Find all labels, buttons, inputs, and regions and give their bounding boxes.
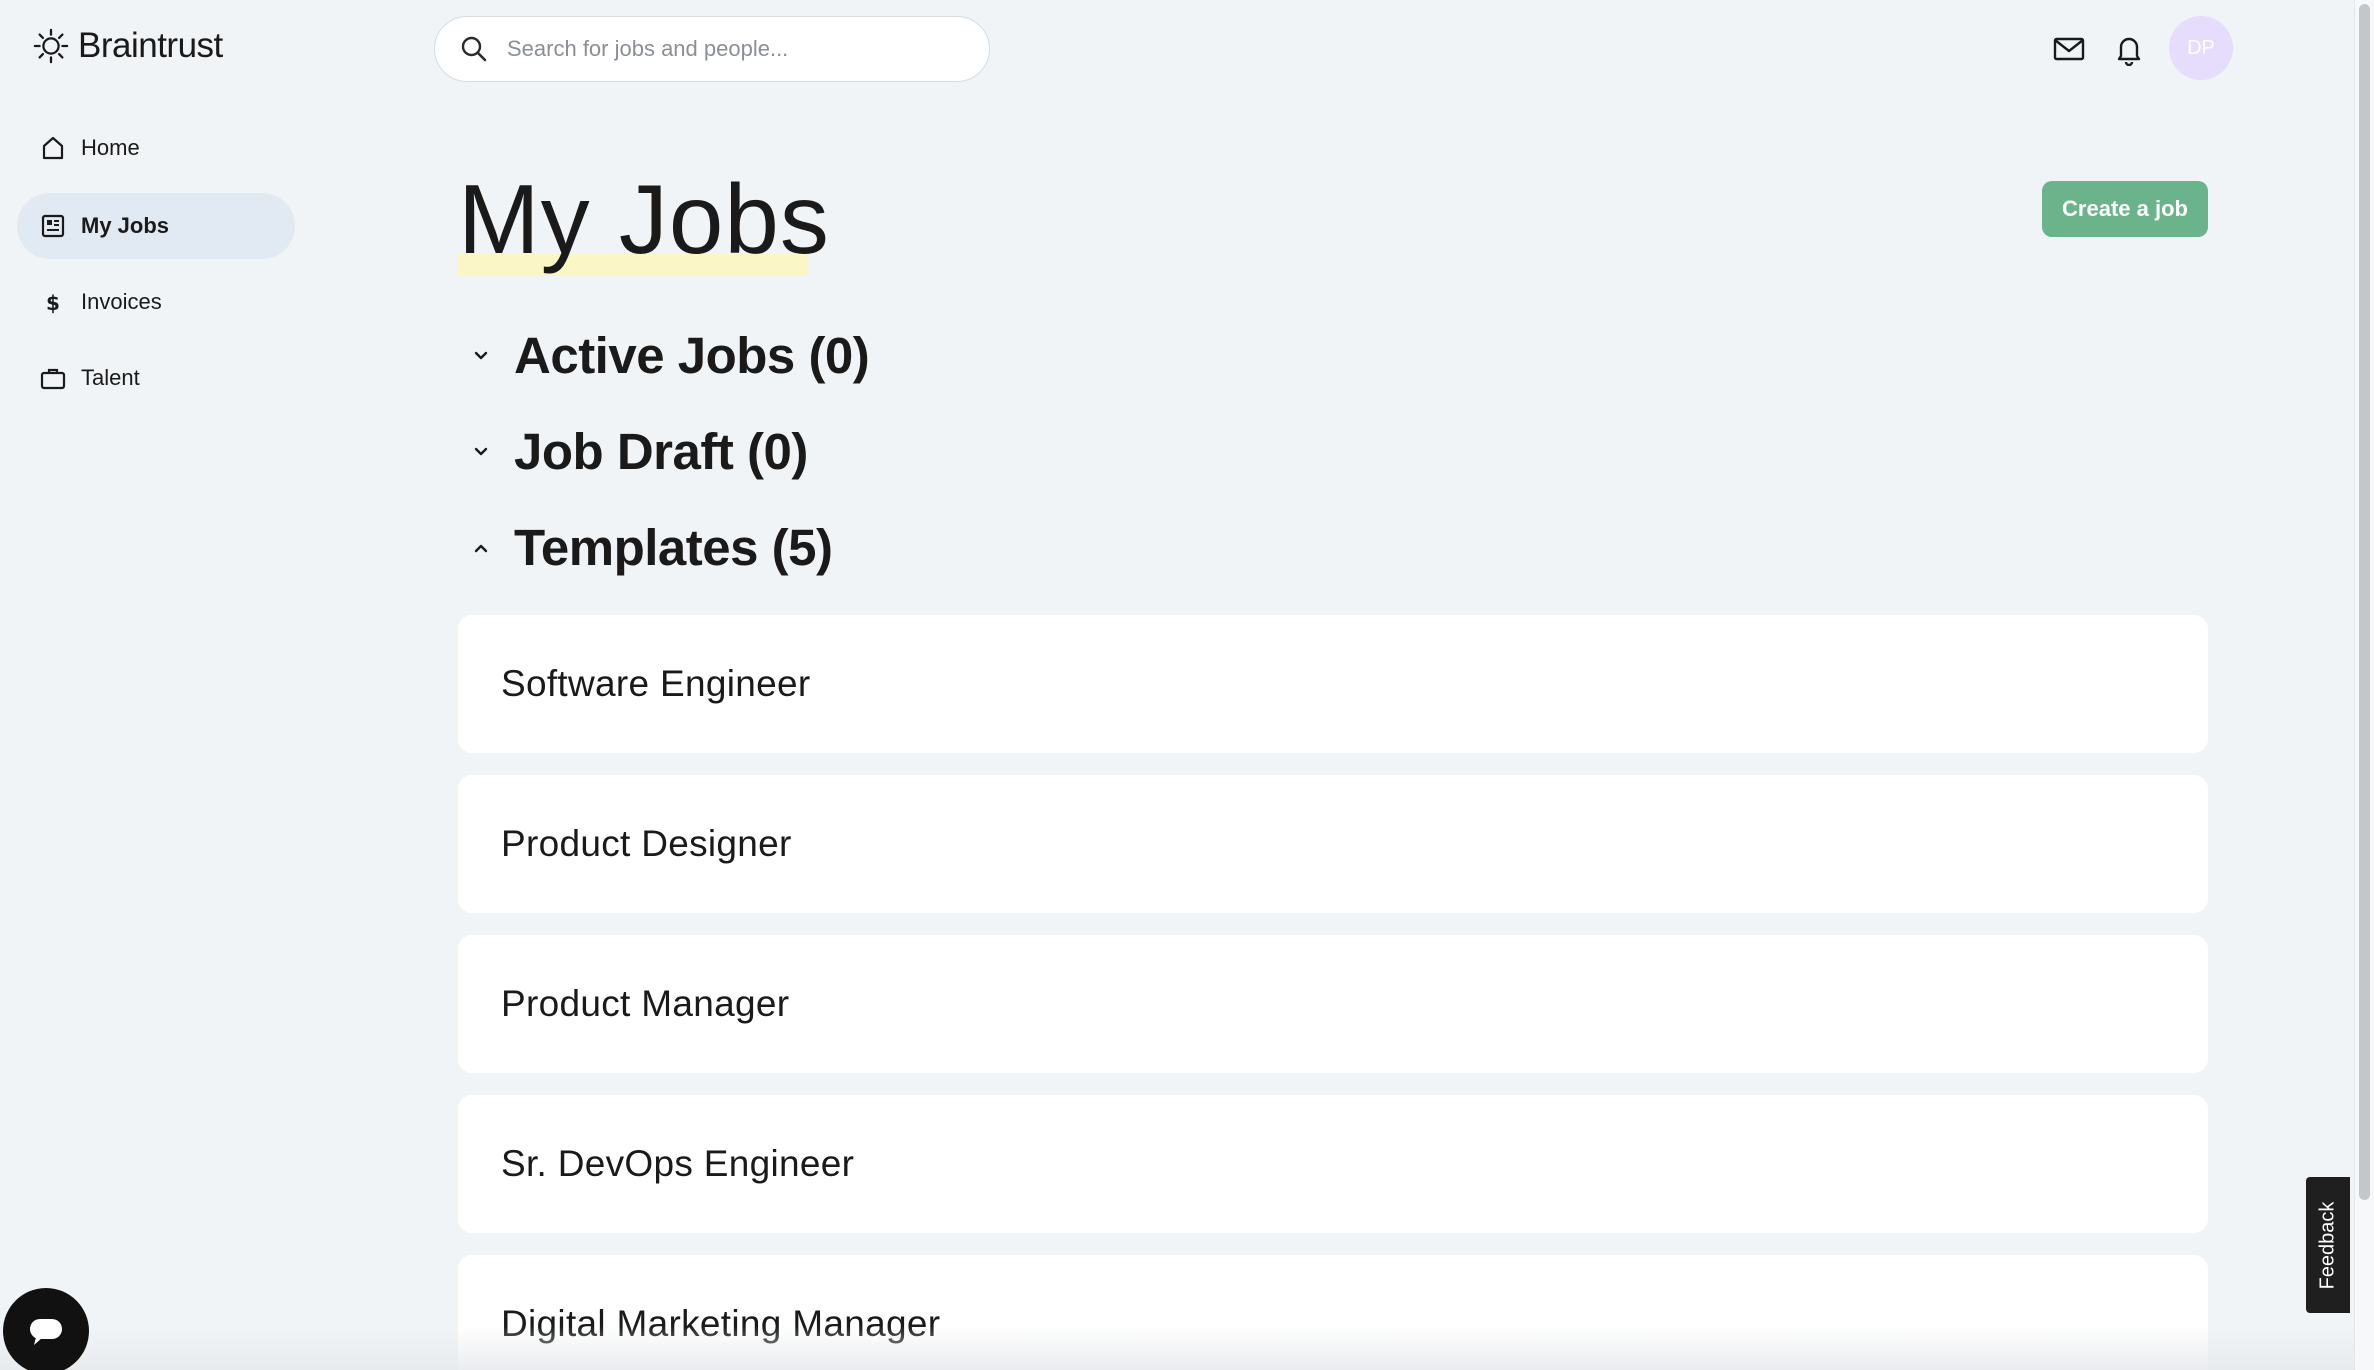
section-active-jobs[interactable]: Active Jobs (0) bbox=[470, 326, 870, 385]
section-title: Job Draft (0) bbox=[514, 423, 808, 480]
svg-text:$: $ bbox=[46, 291, 60, 315]
search-input[interactable] bbox=[505, 35, 949, 63]
chevron-down-icon bbox=[474, 447, 488, 455]
dollar-icon: $ bbox=[46, 291, 60, 315]
create-job-button[interactable]: Create a job bbox=[2042, 181, 2208, 237]
avatar[interactable]: DP bbox=[2169, 16, 2233, 80]
template-title: Digital Marketing Manager bbox=[501, 1303, 941, 1344]
briefcase-icon bbox=[40, 368, 66, 390]
section-title: Templates (5) bbox=[514, 519, 833, 576]
app-root: Braintrust DP Home bbox=[0, 0, 2374, 1370]
scrollbar-thumb[interactable] bbox=[2359, 4, 2370, 1200]
mail-icon bbox=[2053, 37, 2085, 61]
sidebar-item-talent[interactable]: Talent bbox=[17, 345, 295, 411]
sidebar-item-label: My Jobs bbox=[81, 213, 170, 238]
sidebar-item-label: Home bbox=[81, 135, 140, 160]
section-title: Active Jobs (0) bbox=[514, 327, 870, 384]
feedback-label: Feedback bbox=[2316, 1201, 2339, 1289]
template-title: Product Designer bbox=[501, 823, 792, 864]
feedback-tab[interactable]: Feedback bbox=[2306, 1177, 2350, 1313]
sidebar-item-label: Invoices bbox=[81, 289, 162, 314]
chat-icon bbox=[30, 1319, 62, 1345]
home-icon bbox=[42, 136, 64, 160]
chat-button[interactable] bbox=[3, 1288, 89, 1370]
section-templates[interactable]: Templates (5) bbox=[470, 518, 833, 577]
sidebar-item-home[interactable]: Home bbox=[17, 115, 295, 181]
jobs-icon bbox=[41, 214, 65, 238]
template-card-digital-marketing-manager[interactable]: Digital Marketing Manager bbox=[458, 1255, 2208, 1370]
template-title: Product Manager bbox=[501, 983, 790, 1024]
template-title: Software Engineer bbox=[501, 663, 811, 704]
sidebar-item-invoices[interactable]: $ Invoices bbox=[17, 269, 295, 335]
chevron-up-icon bbox=[474, 544, 488, 552]
template-card-software-engineer[interactable]: Software Engineer bbox=[458, 615, 2208, 753]
template-card-product-manager[interactable]: Product Manager bbox=[458, 935, 2208, 1073]
page-title: My Jobs bbox=[458, 164, 830, 274]
messages-button[interactable] bbox=[2050, 30, 2088, 68]
template-card-sr-devops-engineer[interactable]: Sr. DevOps Engineer bbox=[458, 1095, 2208, 1233]
template-card-product-designer[interactable]: Product Designer bbox=[458, 775, 2208, 913]
sidebar-item-my-jobs[interactable]: My Jobs bbox=[17, 193, 295, 259]
brand-logo[interactable]: Braintrust bbox=[32, 26, 223, 66]
brand-name: Braintrust bbox=[78, 26, 223, 65]
chevron-down-icon bbox=[474, 351, 488, 359]
sidebar-item-label: Talent bbox=[81, 365, 140, 390]
template-title: Sr. DevOps Engineer bbox=[501, 1143, 855, 1184]
section-job-draft[interactable]: Job Draft (0) bbox=[470, 422, 808, 481]
bell-icon bbox=[2117, 37, 2141, 66]
search-icon bbox=[461, 36, 487, 62]
search-bar[interactable] bbox=[434, 16, 990, 82]
notifications-button[interactable] bbox=[2110, 30, 2148, 68]
braintrust-logo-icon bbox=[33, 28, 69, 64]
